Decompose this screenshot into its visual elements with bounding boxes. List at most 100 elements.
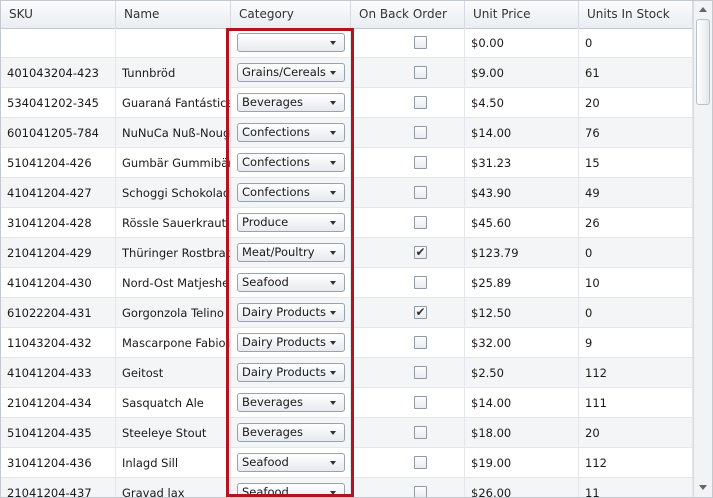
back-order-checkbox[interactable] <box>414 276 427 289</box>
table-row[interactable]: 11043204-432 Mascarpone Fabioli Dairy Prod… <box>1 328 693 358</box>
unit-price-cell[interactable]: $45.60 <box>465 208 579 238</box>
unit-price-cell[interactable]: $32.00 <box>465 328 579 358</box>
column-header-on-back-order[interactable]: On Back Order <box>351 1 465 28</box>
table-row[interactable]: 31041204-428 Rössle Sauerkraut Produce $45.… <box>1 208 693 238</box>
back-order-checkbox[interactable] <box>414 486 427 497</box>
back-order-checkbox[interactable]: ✔ <box>414 246 427 259</box>
chevron-down-icon[interactable] <box>330 461 336 465</box>
back-order-checkbox[interactable] <box>414 456 427 469</box>
scroll-up-icon[interactable] <box>696 3 710 17</box>
unit-price-cell[interactable]: $2.50 <box>465 358 579 388</box>
chevron-down-icon[interactable] <box>330 401 336 405</box>
units-in-stock-cell[interactable]: 9 <box>579 328 693 358</box>
category-combobox[interactable]: Beverages <box>237 423 345 442</box>
unit-price-cell[interactable]: $14.00 <box>465 118 579 148</box>
back-order-checkbox[interactable] <box>414 336 427 349</box>
sku-cell[interactable]: 31041204-428 <box>1 208 116 238</box>
unit-price-cell[interactable]: $123.79 <box>465 238 579 268</box>
chevron-down-icon[interactable] <box>330 311 336 315</box>
category-combobox[interactable]: Seafood <box>237 273 345 292</box>
chevron-down-icon[interactable] <box>330 161 336 165</box>
unit-price-cell[interactable]: $19.00 <box>465 448 579 478</box>
units-in-stock-cell[interactable]: 10 <box>579 268 693 298</box>
sku-cell[interactable]: 601041205-784 <box>1 118 116 148</box>
table-row[interactable]: 601041205-784 NuNuCa Nuß-Nougat Confection… <box>1 118 693 148</box>
chevron-down-icon[interactable] <box>330 131 336 135</box>
unit-price-cell[interactable]: $31.23 <box>465 148 579 178</box>
units-in-stock-cell[interactable]: 111 <box>579 388 693 418</box>
chevron-down-icon[interactable] <box>330 41 336 45</box>
sku-cell[interactable]: 41041204-433 <box>1 358 116 388</box>
units-in-stock-cell[interactable]: 20 <box>579 88 693 118</box>
unit-price-cell[interactable]: $26.00 <box>465 478 579 497</box>
name-cell[interactable]: Nord-Ost Matjeshering <box>116 268 231 298</box>
table-row[interactable]: 41041204-430Nord-Ost Matjeshering Seafood… <box>1 268 693 298</box>
column-header-name[interactable]: Name <box>116 1 231 28</box>
back-order-checkbox[interactable] <box>414 66 427 79</box>
name-cell[interactable]: NuNuCa Nuß-Nougat <box>116 118 231 148</box>
unit-price-cell[interactable]: $14.00 <box>465 388 579 418</box>
category-combobox[interactable]: Seafood <box>237 453 345 472</box>
name-cell[interactable]: Gorgonzola Telino <box>116 298 231 328</box>
name-cell[interactable]: Steeleye Stout <box>116 418 231 448</box>
unit-price-cell[interactable]: $18.00 <box>465 418 579 448</box>
table-row[interactable]: 401043204-423 Tunnbröd Grains/Cereals $9.00… <box>1 58 693 88</box>
table-row[interactable]: 21041204-437 Gravad lax Seafood $26.00 11 <box>1 478 693 497</box>
sku-cell[interactable]: 41041204-427 <box>1 178 116 208</box>
table-row[interactable]: 534041202-345 Guaraná Fantástica Beverages… <box>1 88 693 118</box>
category-combobox[interactable]: Produce <box>237 213 345 232</box>
back-order-checkbox[interactable] <box>414 96 427 109</box>
chevron-down-icon[interactable] <box>330 101 336 105</box>
sku-cell[interactable]: 51041204-426 <box>1 148 116 178</box>
sku-cell[interactable]: 51041204-435 <box>1 418 116 448</box>
name-cell[interactable]: Gumbär Gummibärchen <box>116 148 231 178</box>
name-cell[interactable]: Guaraná Fantástica <box>116 88 231 118</box>
chevron-down-icon[interactable] <box>330 281 336 285</box>
scroll-thumb[interactable] <box>696 19 710 105</box>
sku-cell[interactable]: 61022204-431 <box>1 298 116 328</box>
chevron-down-icon[interactable] <box>330 251 336 255</box>
unit-price-cell[interactable]: $0.00 <box>465 28 579 58</box>
units-in-stock-cell[interactable]: 26 <box>579 208 693 238</box>
units-in-stock-cell[interactable]: 0 <box>579 238 693 268</box>
chevron-down-icon[interactable] <box>330 491 336 495</box>
category-combobox[interactable]: Beverages <box>237 93 345 112</box>
sku-cell[interactable]: 21041204-434 <box>1 388 116 418</box>
category-combobox[interactable] <box>237 33 345 52</box>
category-combobox[interactable]: Confections <box>237 183 345 202</box>
chevron-down-icon[interactable] <box>330 71 336 75</box>
sku-cell[interactable]: 534041202-345 <box>1 88 116 118</box>
sku-cell[interactable]: 401043204-423 <box>1 58 116 88</box>
unit-price-cell[interactable]: $9.00 <box>465 58 579 88</box>
units-in-stock-cell[interactable]: 112 <box>579 358 693 388</box>
table-row[interactable]: 41041204-427 Schoggi Schokolade Confection… <box>1 178 693 208</box>
units-in-stock-cell[interactable]: 112 <box>579 448 693 478</box>
table-row[interactable]: 61022204-431 Gorgonzola Telino Dairy Produ… <box>1 298 693 328</box>
back-order-checkbox[interactable] <box>414 366 427 379</box>
category-combobox[interactable]: Dairy Products <box>237 333 345 352</box>
category-combobox[interactable]: Seafood <box>237 483 345 497</box>
category-combobox[interactable]: Grains/Cereals <box>237 63 345 82</box>
chevron-down-icon[interactable] <box>330 341 336 345</box>
category-combobox[interactable]: Meat/Poultry <box>237 243 345 262</box>
name-cell[interactable]: Gravad lax <box>116 478 231 497</box>
category-combobox[interactable]: Confections <box>237 123 345 142</box>
units-in-stock-cell[interactable]: 0 <box>579 298 693 328</box>
chevron-down-icon[interactable] <box>330 221 336 225</box>
unit-price-cell[interactable]: $43.90 <box>465 178 579 208</box>
name-cell[interactable]: Mascarpone Fabioli <box>116 328 231 358</box>
table-row[interactable]: 41041204-433 Geitost Dairy Products $2.50 11… <box>1 358 693 388</box>
name-cell[interactable] <box>116 28 231 58</box>
units-in-stock-cell[interactable]: 61 <box>579 58 693 88</box>
unit-price-cell[interactable]: $12.50 <box>465 298 579 328</box>
back-order-checkbox[interactable] <box>414 396 427 409</box>
unit-price-cell[interactable]: $4.50 <box>465 88 579 118</box>
sku-cell[interactable]: 11043204-432 <box>1 328 116 358</box>
table-row[interactable]: 31041204-436 Inlagd Sill Seafood $19.00 112 <box>1 448 693 478</box>
column-header-unit-price[interactable]: Unit Price <box>465 1 579 28</box>
scroll-down-icon[interactable] <box>696 481 710 495</box>
units-in-stock-cell[interactable]: 15 <box>579 148 693 178</box>
category-combobox[interactable]: Confections <box>237 153 345 172</box>
name-cell[interactable]: Rössle Sauerkraut <box>116 208 231 238</box>
column-header-category[interactable]: Category <box>231 1 351 28</box>
